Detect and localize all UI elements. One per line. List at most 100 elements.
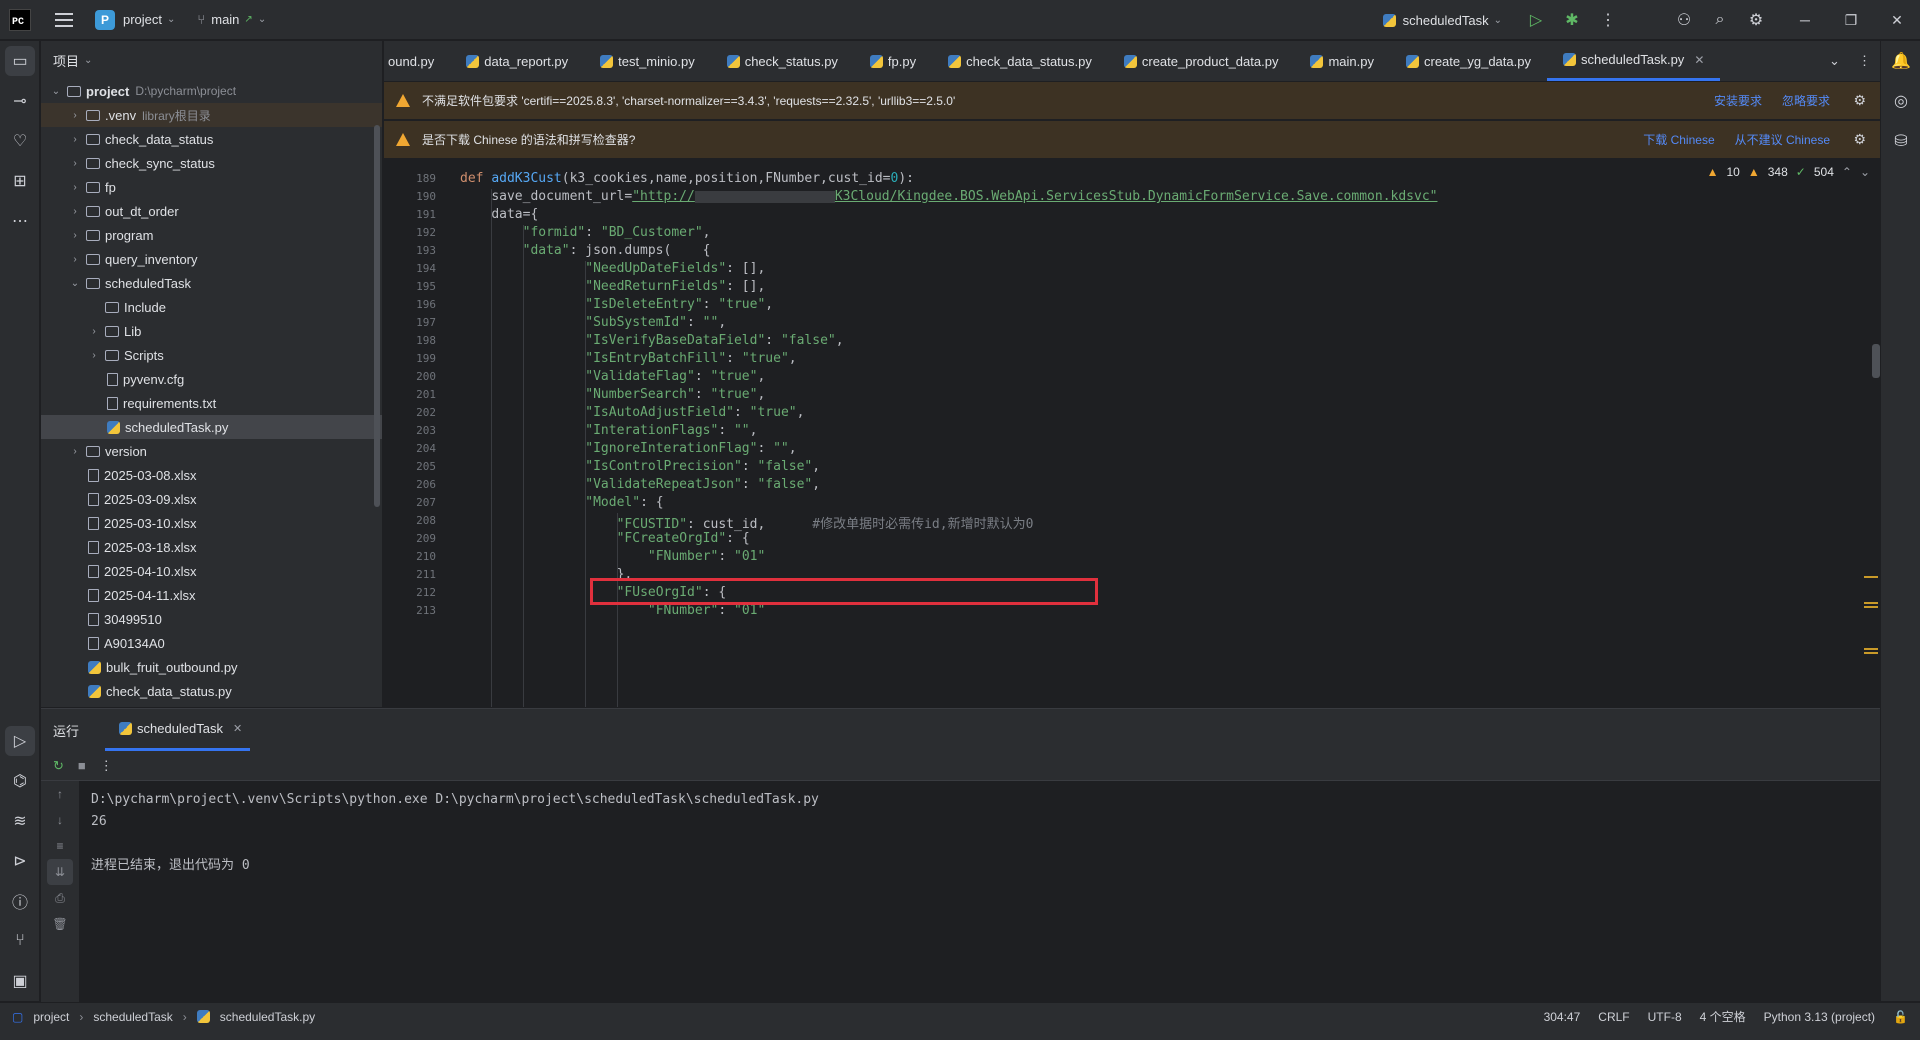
commit-icon[interactable]: ⊸ bbox=[0, 81, 40, 121]
services-icon[interactable]: ⊳ bbox=[0, 841, 40, 881]
chevron-right-icon[interactable]: › bbox=[68, 182, 82, 193]
editor-tab[interactable]: create_product_data.py bbox=[1108, 41, 1295, 81]
trash-icon[interactable]: 🗑 bbox=[41, 911, 79, 937]
inspection-widget[interactable]: ▲ 10 ▲ 348 ✓ 504 ⌃ ⌄ bbox=[1707, 165, 1870, 179]
code-line[interactable]: "NumberSearch": "true", bbox=[585, 387, 765, 402]
file-encoding[interactable]: UTF-8 bbox=[1648, 1010, 1682, 1024]
scroll-down-arrow-icon[interactable]: ↓ bbox=[41, 807, 79, 833]
code-line[interactable]: "IsDeleteEntry": "true", bbox=[585, 297, 773, 312]
structure-icon[interactable]: ⊞ bbox=[0, 161, 40, 201]
code-line[interactable]: "FNumber": "01" bbox=[648, 549, 765, 564]
code-line[interactable]: "IgnoreInterationFlag": "", bbox=[585, 441, 796, 456]
scroll-to-end-icon[interactable]: ⇊ bbox=[47, 859, 73, 885]
print-icon[interactable]: ⎙ bbox=[41, 885, 79, 911]
caret-position[interactable]: 304:47 bbox=[1544, 1010, 1581, 1024]
code-line[interactable]: "ValidateFlag": "true", bbox=[585, 369, 765, 384]
lock-icon[interactable]: 🔓 bbox=[1893, 1010, 1908, 1024]
code-line[interactable]: "ValidateRepeatJson": "false", bbox=[585, 477, 820, 492]
more-vertical-icon[interactable]: ⋮ bbox=[1590, 0, 1626, 40]
settings-gear-icon[interactable]: ⚙ bbox=[1738, 0, 1774, 40]
code-line[interactable]: save_document_url="http:// K3Cloud/Kingde… bbox=[491, 189, 1437, 204]
project-tree-scrollbar[interactable] bbox=[374, 125, 380, 507]
code-line[interactable]: "formid": "BD_Customer", bbox=[523, 225, 711, 240]
tree-item[interactable]: › Lib bbox=[41, 319, 382, 343]
breadcrumb-item[interactable]: project bbox=[33, 1010, 69, 1024]
editor-tab[interactable]: scheduledTask.py ✕ bbox=[1546, 41, 1721, 81]
pull-requests-icon[interactable]: ♡ bbox=[0, 121, 40, 161]
close-window-button[interactable]: ✕ bbox=[1874, 0, 1920, 40]
search-icon[interactable]: ⌕ bbox=[1702, 0, 1738, 40]
close-tab-icon[interactable]: ✕ bbox=[1694, 53, 1704, 67]
tree-item[interactable]: scheduledTask.py bbox=[41, 415, 382, 439]
tab-more-icon[interactable]: ⋮ bbox=[1858, 53, 1871, 69]
tree-item[interactable]: 30499510 bbox=[41, 607, 382, 631]
minimize-window-button[interactable]: ─ bbox=[1782, 0, 1828, 40]
chevron-right-icon[interactable]: › bbox=[68, 110, 82, 121]
code-line[interactable]: "FCreateOrgId": { bbox=[617, 531, 750, 546]
code-line[interactable]: "data": json.dumps( { bbox=[523, 243, 711, 258]
tree-item[interactable]: › fp bbox=[41, 175, 382, 199]
code-line[interactable]: "IsEntryBatchFill": "true", bbox=[585, 351, 796, 366]
layers-icon[interactable]: ≋ bbox=[0, 801, 40, 841]
run-tool-icon[interactable]: ▷ bbox=[5, 726, 35, 756]
breadcrumb-item[interactable]: scheduledTask.py bbox=[220, 1010, 315, 1024]
error-stripe-marker[interactable] bbox=[1864, 576, 1878, 578]
code-line[interactable]: def addK3Cust(k3_cookies,name,position,F… bbox=[460, 171, 914, 186]
tree-item[interactable]: 2025-04-10.xlsx bbox=[41, 559, 382, 583]
tree-item[interactable]: › version bbox=[41, 439, 382, 463]
indent-setting[interactable]: 4 个空格 bbox=[1700, 1008, 1746, 1025]
add-user-icon[interactable]: ⚇ bbox=[1666, 0, 1702, 40]
restore-window-button[interactable]: ❐ bbox=[1828, 0, 1874, 40]
tree-item[interactable]: bulk_fruit_outbound.py bbox=[41, 655, 382, 679]
chevron-down-icon[interactable]: ⌄ bbox=[49, 86, 63, 97]
tree-item[interactable]: › check_data_status bbox=[41, 127, 382, 151]
tree-item[interactable]: › out_dt_order bbox=[41, 199, 382, 223]
chevron-right-icon[interactable]: › bbox=[87, 326, 101, 337]
more-horizontal-icon[interactable]: ⋯ bbox=[0, 201, 40, 241]
chevron-down-icon[interactable]: ⌄ bbox=[1860, 165, 1870, 179]
project-badge[interactable]: P bbox=[95, 9, 115, 30]
python-console-icon[interactable]: ⌬ bbox=[0, 761, 40, 801]
branch-switcher[interactable]: main bbox=[211, 12, 239, 27]
tree-item[interactable]: Include bbox=[41, 295, 382, 319]
code-line[interactable]: "NeedUpDateFields": [], bbox=[585, 261, 765, 276]
code-line[interactable]: "InterationFlags": "", bbox=[585, 423, 757, 438]
code-line[interactable]: "FCUSTID": cust_id, #修改单据时必需传id,新增时默认为0 bbox=[617, 513, 1034, 532]
chevron-right-icon[interactable]: › bbox=[68, 230, 82, 241]
tree-item[interactable]: 2025-03-18.xlsx bbox=[41, 535, 382, 559]
editor-tab[interactable]: fp.py bbox=[854, 41, 932, 81]
tree-item[interactable]: 2025-03-10.xlsx bbox=[41, 511, 382, 535]
project-switcher[interactable]: project bbox=[123, 12, 162, 27]
stop-icon[interactable]: ■ bbox=[78, 758, 86, 773]
main-menu-icon[interactable] bbox=[55, 12, 73, 27]
tree-item[interactable]: 2025-03-09.xlsx bbox=[41, 487, 382, 511]
scroll-up-arrow-icon[interactable]: ↑ bbox=[41, 781, 79, 807]
code-line[interactable]: "FNumber": "01" bbox=[648, 603, 765, 618]
notifications-bell-icon[interactable]: 🔔 bbox=[1881, 41, 1920, 81]
tree-item[interactable]: › .venv library根目录 bbox=[41, 103, 382, 127]
code-line[interactable]: "SubSystemId": "", bbox=[585, 315, 726, 330]
tree-item[interactable]: ⌄ scheduledTask bbox=[41, 271, 382, 295]
chevron-up-icon[interactable]: ⌃ bbox=[1842, 165, 1852, 179]
breadcrumb-item[interactable]: scheduledTask bbox=[93, 1010, 172, 1024]
tree-item[interactable]: › program bbox=[41, 223, 382, 247]
tree-item[interactable]: pyvenv.cfg bbox=[41, 367, 382, 391]
error-stripe-marker[interactable] bbox=[1864, 652, 1878, 654]
tree-item[interactable]: ⌄ project D:\pycharm\project bbox=[41, 79, 382, 103]
ignore-requirements-link[interactable]: 忽略要求 bbox=[1782, 92, 1830, 109]
editor-scrollbar[interactable] bbox=[1872, 344, 1880, 378]
editor-tab[interactable]: check_status.py bbox=[711, 41, 854, 81]
database-icon[interactable]: ⛁ bbox=[1881, 121, 1920, 161]
notification-settings-gear-icon[interactable]: ⚙ bbox=[1853, 92, 1866, 109]
git-icon[interactable]: ⑂ bbox=[0, 921, 40, 961]
project-tool-folder-icon[interactable]: ▭ bbox=[5, 46, 35, 76]
problems-icon[interactable]: ⓘ bbox=[0, 881, 40, 921]
line-separator[interactable]: CRLF bbox=[1598, 1010, 1629, 1024]
download-chinese-link[interactable]: 下载 Chinese bbox=[1643, 131, 1714, 148]
tree-item[interactable]: › Scripts bbox=[41, 343, 382, 367]
install-requirements-link[interactable]: 安装要求 bbox=[1714, 92, 1762, 109]
notification-settings-gear-icon[interactable]: ⚙ bbox=[1853, 131, 1866, 148]
chevron-right-icon[interactable]: › bbox=[68, 254, 82, 265]
chevron-right-icon[interactable]: › bbox=[68, 446, 82, 457]
editor-tab[interactable]: main.py bbox=[1294, 41, 1390, 81]
